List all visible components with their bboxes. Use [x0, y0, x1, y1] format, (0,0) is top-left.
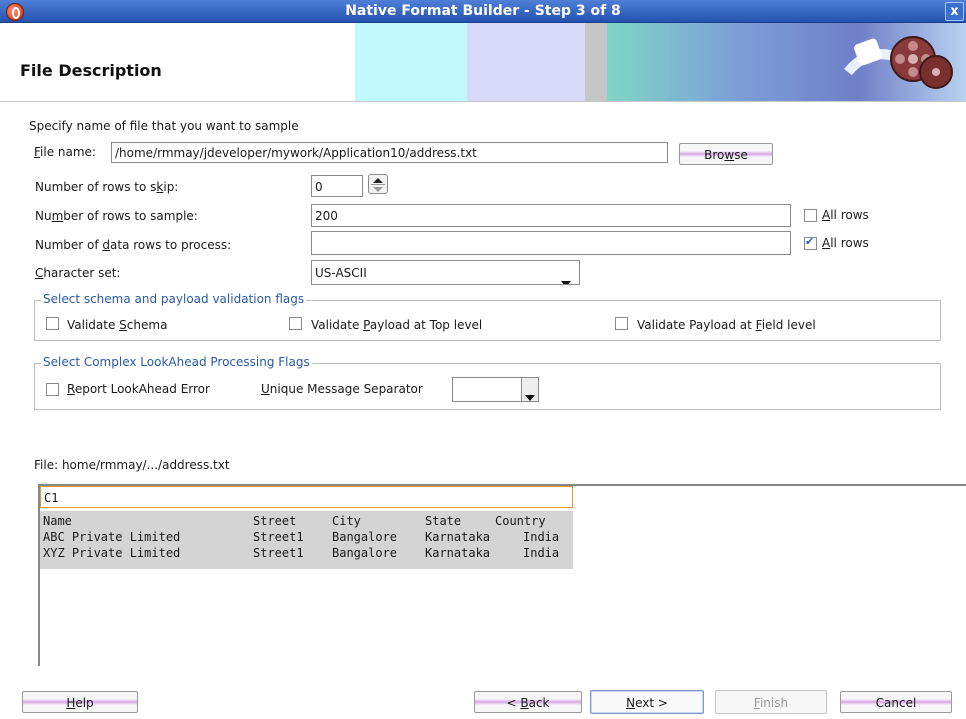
table-cell: Bangalore — [332, 530, 398, 544]
charset-label: Character set: — [35, 266, 121, 280]
report-lookahead-label: Report LookAhead Error — [67, 382, 210, 396]
finish-button[interactable]: Finish — [715, 690, 827, 714]
stepper-up-icon[interactable] — [373, 178, 383, 183]
stepper-divider — [371, 184, 385, 185]
data-rows-label: Number of data rows to process: — [35, 238, 232, 252]
header-decor-gray — [585, 23, 607, 101]
table-cell: City — [332, 514, 361, 528]
rows-to-sample-input[interactable]: 200 — [311, 204, 791, 227]
table-cell: Name — [43, 514, 72, 528]
data-rows-input[interactable] — [311, 231, 791, 255]
back-button[interactable]: < Back — [474, 691, 582, 713]
table-cell: State — [425, 514, 462, 528]
file-name-label: File name: — [34, 145, 96, 159]
rows-to-skip-input[interactable]: 0 — [311, 175, 363, 197]
header-decor-cyan — [355, 23, 467, 101]
window-title: Native Format Builder - Step 3 of 8 — [345, 3, 621, 19]
table-cell: Country — [495, 514, 546, 528]
chevron-down-icon — [561, 271, 571, 284]
report-lookahead-checkbox[interactable] — [46, 383, 59, 396]
rows-to-skip-label: Number of rows to skip: — [35, 180, 179, 194]
table-cell: Karnataka — [425, 546, 491, 560]
next-button[interactable]: Next > — [590, 690, 704, 714]
separator-label: Unique Message Separator — [261, 382, 423, 396]
page-header: File Description — [0, 23, 966, 102]
page-title: File Description — [20, 61, 162, 80]
all-rows-process-label: All rows — [822, 236, 869, 250]
table-row: XYZ Private Limited Street1 Bangalore Ka… — [40, 545, 573, 561]
rows-to-skip-stepper[interactable] — [368, 174, 388, 194]
table-cell: XYZ Private Limited — [43, 546, 181, 560]
charset-value: US-ASCII — [315, 266, 367, 280]
validate-field-checkbox[interactable] — [615, 317, 628, 330]
stepper-down-icon[interactable] — [373, 187, 383, 192]
chevron-down-icon — [525, 387, 535, 401]
cancel-button[interactable]: Cancel — [840, 691, 952, 713]
validate-schema-checkbox[interactable] — [46, 317, 59, 330]
all-rows-sample-label: All rows — [822, 208, 869, 222]
sample-file-label: File: home/rmmay/.../address.txt — [34, 458, 230, 472]
separator-select[interactable] — [452, 377, 539, 402]
table-cell: Street1 — [253, 546, 304, 560]
validation-group-title: Select schema and payload validation fla… — [41, 292, 307, 306]
table-row: ABC Private Limited Street1 Bangalore Ka… — [40, 529, 573, 545]
all-rows-process-checkbox[interactable] — [804, 235, 817, 250]
browse-button[interactable]: Browse — [679, 143, 773, 165]
close-button[interactable]: x — [945, 2, 964, 21]
separator-dropdown-button[interactable] — [521, 378, 538, 401]
table-cell: Bangalore — [332, 546, 398, 560]
header-decor-lavender — [467, 23, 585, 101]
validate-top-label: Validate Payload at Top level — [311, 318, 483, 332]
validate-top-checkbox[interactable] — [289, 317, 302, 330]
table-cell: India — [523, 530, 560, 544]
help-button[interactable]: Help — [22, 691, 138, 713]
column-name-input[interactable]: C1 — [40, 486, 573, 508]
film-reel-icon — [844, 36, 953, 89]
charset-select[interactable]: US-ASCII — [311, 260, 580, 285]
title-bar: Native Format Builder - Step 3 of 8 x — [0, 0, 966, 23]
intro-text: Specify name of file that you want to sa… — [29, 119, 299, 133]
table-row: Name Street City State Country — [40, 513, 573, 529]
file-name-input[interactable]: /home/rmmay/jdeveloper/mywork/Applicatio… — [111, 142, 668, 163]
lookahead-group-title: Select Complex LookAhead Processing Flag… — [41, 355, 312, 369]
rows-to-sample-label: Number of rows to sample: — [35, 209, 198, 223]
all-rows-sample-checkbox[interactable] — [804, 209, 817, 222]
table-cell: ABC Private Limited — [43, 530, 181, 544]
sample-data-table: Name Street City State Country ABC Priva… — [40, 511, 573, 569]
table-cell: Street1 — [253, 530, 304, 544]
table-cell: Karnataka — [425, 530, 491, 544]
validate-field-label: Validate Payload at Field level — [637, 318, 816, 332]
table-cell: India — [523, 546, 560, 560]
validate-schema-label: Validate Schema — [67, 318, 168, 332]
table-cell: Street — [253, 514, 297, 528]
